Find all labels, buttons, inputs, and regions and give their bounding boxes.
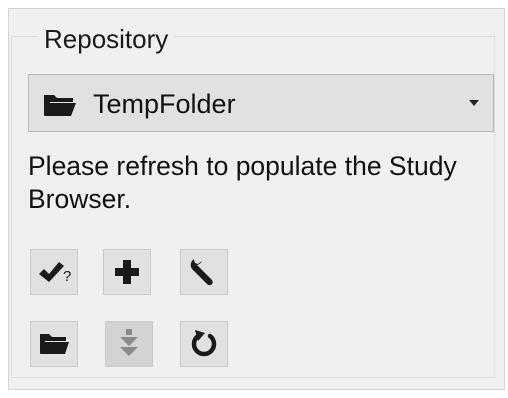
refresh-message: Please refresh to populate the Study Bro… — [28, 151, 457, 214]
repository-group-title: Repository — [38, 24, 175, 54]
question-glyph: ? — [63, 268, 71, 285]
refresh-button[interactable] — [180, 321, 228, 367]
plus-icon — [115, 260, 139, 284]
chevron-down-icon — [469, 100, 479, 106]
add-button[interactable] — [103, 249, 151, 295]
folder-open-icon — [40, 334, 69, 354]
download-arrows-icon — [120, 329, 138, 356]
wrench-icon — [190, 259, 213, 286]
repository-select[interactable]: TempFolder — [28, 74, 494, 132]
repository-selected-value: TempFolder — [93, 89, 236, 119]
settings-button[interactable] — [180, 249, 228, 295]
validate-button[interactable]: ? — [30, 249, 78, 295]
import-button[interactable] — [105, 321, 153, 367]
check-question-icon: ? — [39, 262, 71, 285]
refresh-icon — [191, 330, 217, 357]
folder-open-icon — [43, 93, 77, 117]
open-folder-button[interactable] — [30, 321, 78, 367]
